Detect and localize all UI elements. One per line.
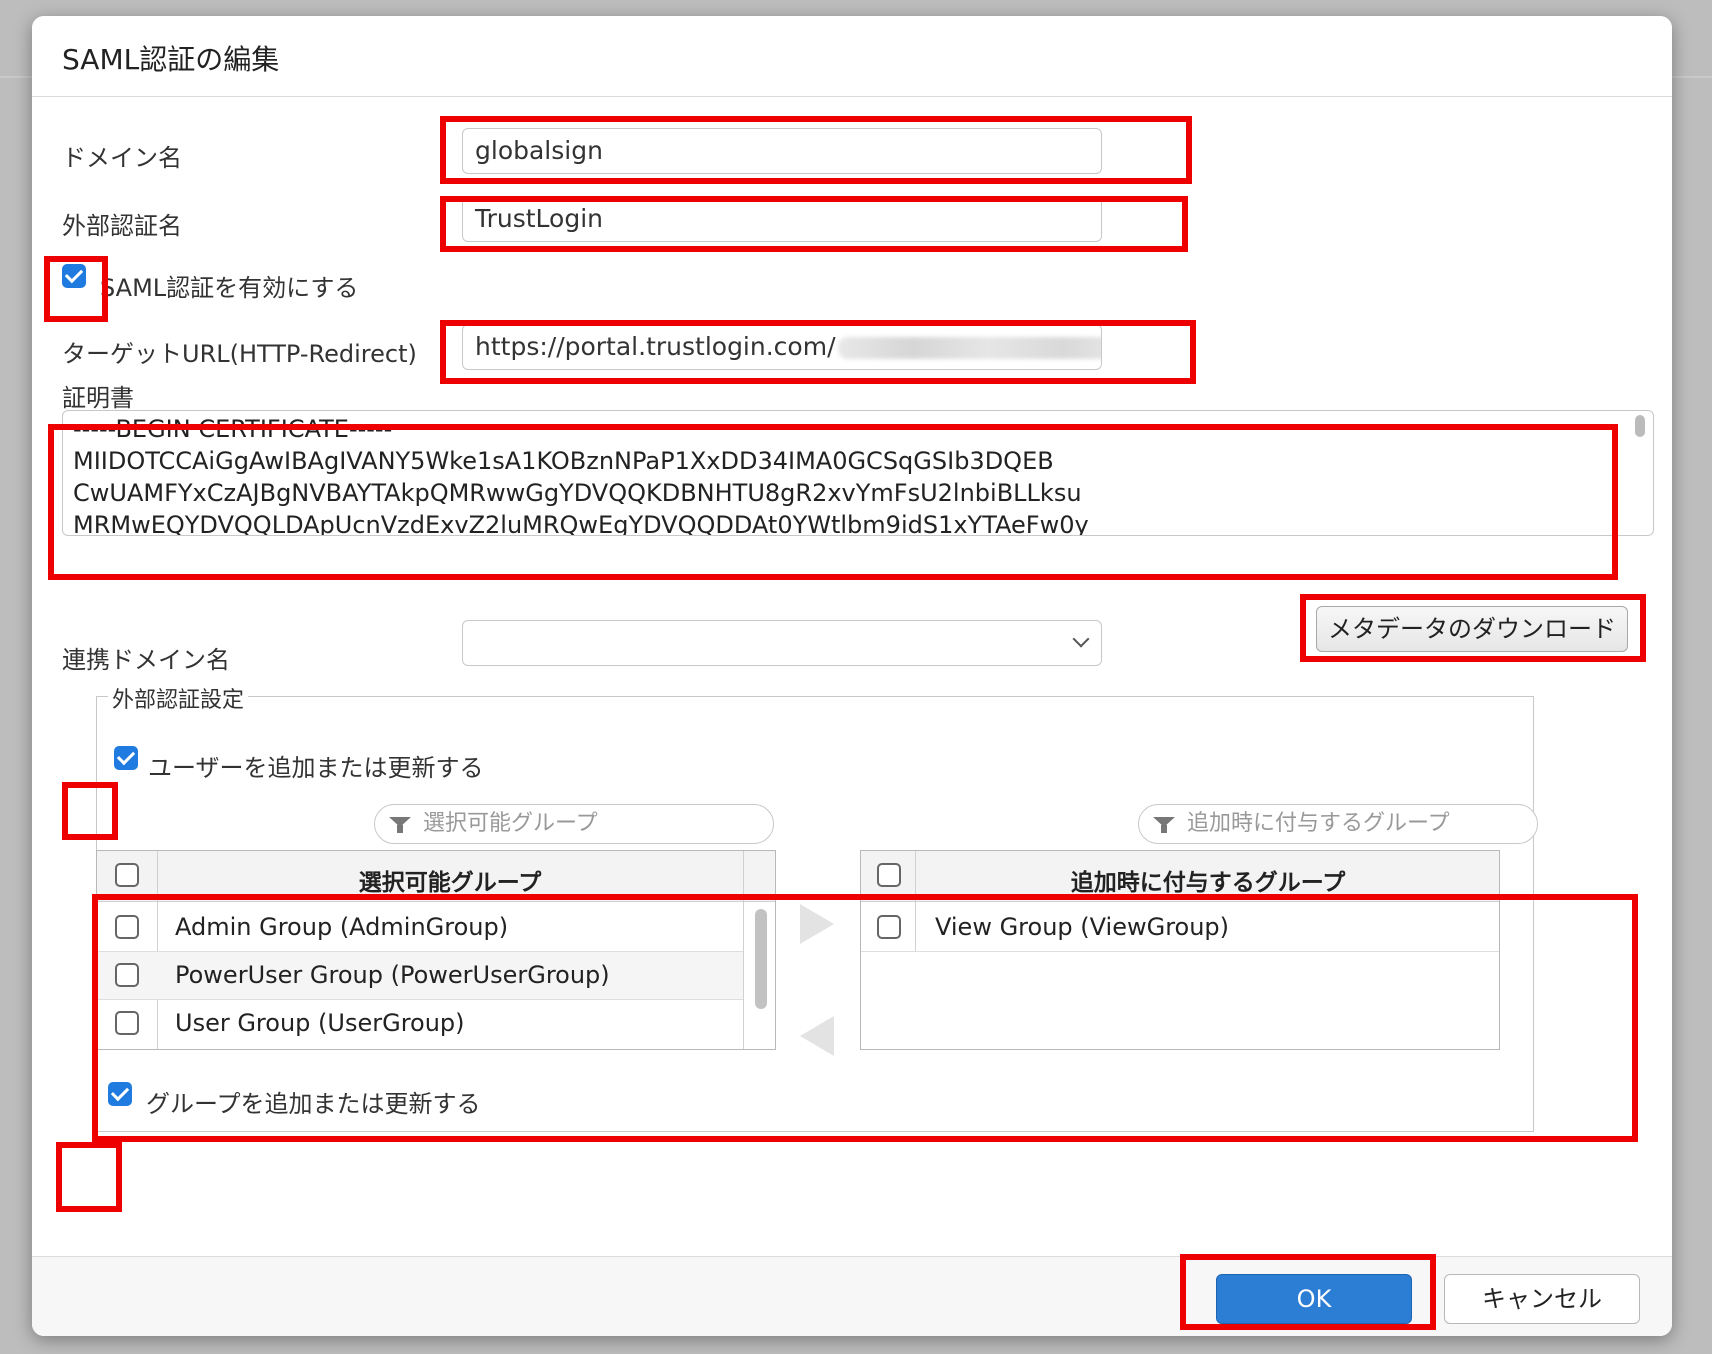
ok-button[interactable]: OK (1216, 1274, 1412, 1324)
target-url-input[interactable]: https://portal.trustlogin.com/ (462, 324, 1102, 370)
redacted-url-segment (837, 337, 1101, 359)
background-divider (1672, 76, 1712, 78)
available-groups-grid: 選択可能グループ Admin Group (AdminGroup) PowerU… (96, 850, 776, 1050)
dialog-header: SAML認証の編集 (32, 16, 1672, 97)
external-auth-label: 外部認証名 (62, 212, 182, 240)
textarea-scrollbar[interactable] (1635, 415, 1645, 437)
add-update-users-label: ユーザーを追加または更新する (148, 754, 484, 782)
certificate-line: -----BEGIN CERTIFICATE----- (73, 415, 393, 443)
linked-domain-label: 連携ドメイン名 (62, 646, 230, 674)
external-auth-input[interactable]: TrustLogin (462, 196, 1102, 242)
background-divider (0, 76, 32, 78)
cancel-button[interactable]: キャンセル (1444, 1274, 1640, 1324)
certificate-line: MRMwEQYDVQQLDApUcnVzdExvZ2luMRQwEgYDVQQD… (73, 511, 1089, 536)
select-all-available-checkbox[interactable] (115, 863, 139, 887)
certificate-line: CwUAMFYxCzAJBgNVBAYTAkpQMRwwGgYDVQQKDBNH… (73, 479, 1082, 507)
group-row-checkbox[interactable] (115, 915, 139, 939)
add-update-users-checkbox[interactable] (114, 746, 138, 770)
add-update-groups-label: グループを追加または更新する (146, 1090, 481, 1118)
dialog-title: SAML認証の編集 (62, 43, 280, 76)
assigned-groups-filter[interactable]: 追加時に付与するグループ (1138, 804, 1538, 844)
metadata-download-button[interactable]: メタデータのダウンロード (1316, 606, 1628, 652)
assigned-filter-placeholder: 追加時に付与するグループ (1187, 811, 1450, 836)
select-all-assigned-checkbox[interactable] (877, 863, 901, 887)
linked-domain-select[interactable] (462, 620, 1102, 666)
domain-input[interactable]: globalsign (462, 128, 1102, 174)
saml-edit-dialog: SAML認証の編集 ドメイン名 globalsign 外部認証名 TrustLo… (32, 16, 1672, 1336)
group-row-label[interactable]: View Group (ViewGroup) (935, 913, 1229, 941)
group-row-checkbox[interactable] (877, 915, 901, 939)
enable-saml-checkbox[interactable] (62, 264, 86, 288)
available-groups-filter[interactable]: 選択可能グループ (374, 804, 774, 844)
dialog-footer (32, 1256, 1672, 1336)
move-left-arrow-icon[interactable] (800, 1016, 834, 1056)
certificate-textarea[interactable]: -----BEGIN CERTIFICATE----- MIIDOTCCAiGg… (62, 410, 1654, 536)
target-url-value: https://portal.trustlogin.com/ (475, 332, 836, 361)
group-row-label[interactable]: PowerUser Group (PowerUserGroup) (175, 961, 610, 989)
available-filter-placeholder: 選択可能グループ (423, 811, 598, 836)
target-url-label: ターゲットURL(HTTP-Redirect) (62, 340, 417, 368)
grid-scrollbar[interactable] (755, 909, 767, 1009)
group-row-label[interactable]: User Group (UserGroup) (175, 1009, 465, 1037)
group-row-checkbox[interactable] (115, 963, 139, 987)
assigned-groups-grid: 追加時に付与するグループ View Group (ViewGroup) (860, 850, 1500, 1050)
domain-label: ドメイン名 (62, 144, 182, 172)
enable-saml-label: SAML認証を有効にする (100, 274, 359, 302)
certificate-label: 証明書 (62, 384, 134, 412)
chevron-down-icon (1072, 630, 1090, 648)
group-row-checkbox[interactable] (115, 1011, 139, 1035)
available-groups-header: 選択可能グループ (358, 870, 542, 896)
certificate-line: MIIDOTCCAiGgAwIBAgIVANY5Wke1sA1KOBznNPaP… (73, 447, 1054, 475)
add-update-groups-checkbox[interactable] (108, 1082, 132, 1106)
external-auth-settings-legend: 外部認証設定 (108, 682, 249, 714)
move-right-arrow-icon[interactable] (800, 904, 834, 944)
group-row-label[interactable]: Admin Group (AdminGroup) (175, 913, 508, 941)
assigned-groups-header: 追加時に付与するグループ (1070, 870, 1346, 896)
